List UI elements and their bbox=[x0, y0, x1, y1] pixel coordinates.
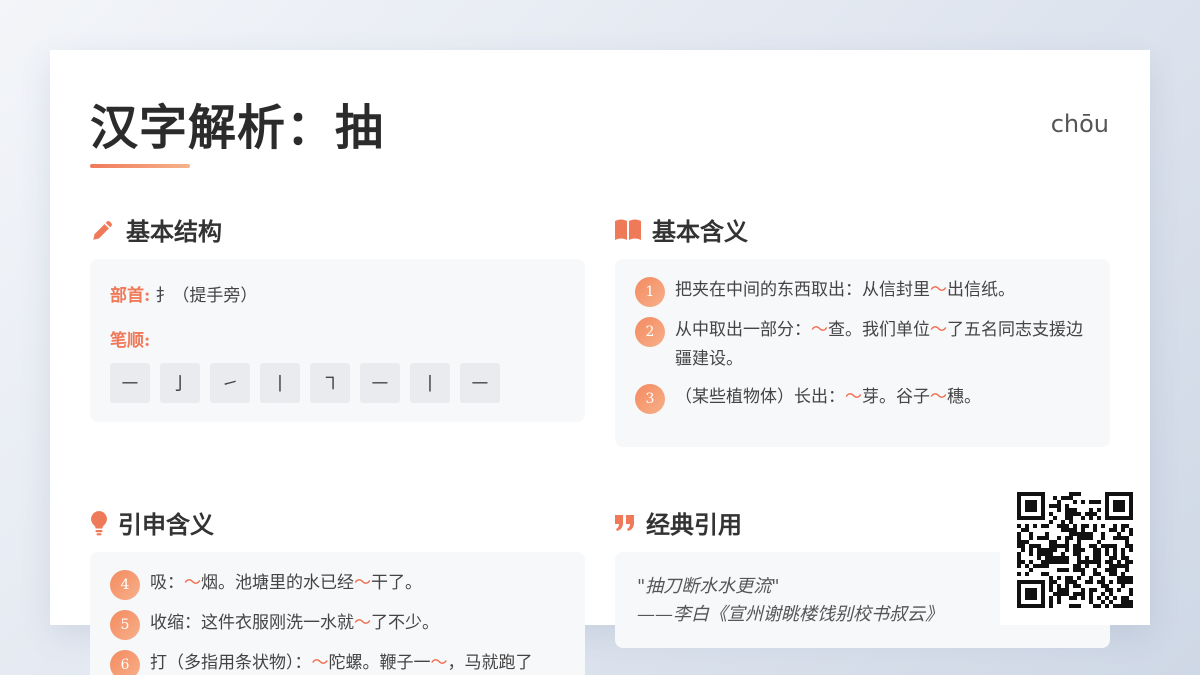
strokes-row: 笔顺: bbox=[110, 326, 565, 351]
item-text: 收缩：这件衣服刚洗一水就～了不少。 bbox=[150, 613, 439, 633]
section-basic-structure-heading: 基本结构 bbox=[90, 212, 222, 247]
item-text: （某些植物体）长出：～芽。谷子～穗。 bbox=[675, 387, 981, 407]
stroke-box: 亅 bbox=[160, 363, 200, 403]
tilde-mark: ～ bbox=[430, 653, 448, 673]
radical-row: 部首: 扌（提手旁） bbox=[110, 281, 565, 306]
tilde-mark: ～ bbox=[354, 573, 371, 593]
strokes-label: 笔顺: bbox=[110, 331, 151, 351]
section-classic-quote-heading: 经典引用 bbox=[614, 505, 742, 540]
number-badge: 1 bbox=[635, 277, 665, 307]
section-title: 经典引用 bbox=[646, 510, 742, 539]
number-badge: 2 bbox=[635, 317, 665, 347]
page-title: 汉字解析：抽 bbox=[90, 100, 385, 156]
basic-structure-panel: 部首: 扌（提手旁） 笔顺: ㇐ 亅 ㇀ 丨 ㇕ ㇐ 丨 ㇐ bbox=[90, 259, 585, 422]
section-extended-meaning-heading: 引申含义 bbox=[90, 505, 214, 540]
section-title: 基本结构 bbox=[126, 217, 222, 246]
stroke-box: ㇐ bbox=[110, 363, 150, 403]
section-title: 基本含义 bbox=[652, 217, 748, 246]
number-badge: 5 bbox=[110, 610, 140, 640]
list-item: 4 吸：～烟。池塘里的水已经～干了。 bbox=[110, 570, 565, 600]
lightbulb-icon bbox=[90, 510, 108, 536]
stroke-box: 丨 bbox=[410, 363, 450, 403]
list-item: 6 打（多指用条状物）：～陀螺。鞭子一～，马就跑了 bbox=[110, 650, 565, 675]
list-item: 1 把夹在中间的东西取出：从信封里～出信纸。 bbox=[635, 277, 1090, 307]
tilde-mark: ～ bbox=[811, 320, 828, 340]
list-item: 5 收缩：这件衣服刚洗一水就～了不少。 bbox=[110, 610, 565, 640]
radical-label: 部首: bbox=[110, 286, 151, 306]
number-badge: 4 bbox=[110, 570, 140, 600]
stroke-order: ㇐ 亅 ㇀ 丨 ㇕ ㇐ 丨 ㇐ bbox=[110, 363, 565, 403]
stroke-box: 丨 bbox=[260, 363, 300, 403]
tilde-mark: ～ bbox=[930, 320, 947, 340]
open-book-icon bbox=[614, 218, 642, 242]
item-text: 打（多指用条状物）：～陀螺。鞭子一～，马就跑了 bbox=[150, 653, 533, 673]
quote-icon bbox=[614, 514, 636, 532]
extended-meaning-panel: 4 吸：～烟。池塘里的水已经～干了。 5 收缩：这件衣服刚洗一水就～了不少。 6… bbox=[90, 552, 585, 675]
basic-meaning-panel: 1 把夹在中间的东西取出：从信封里～出信纸。 2 从中取出一部分：～查。我们单位… bbox=[615, 259, 1110, 447]
list-item: 3 （某些植物体）长出：～芽。谷子～穗。 bbox=[635, 384, 1090, 414]
tilde-mark: ～ bbox=[184, 573, 201, 593]
number-badge: 6 bbox=[110, 650, 140, 675]
pencil-icon bbox=[90, 217, 116, 243]
number-badge: 3 bbox=[635, 384, 665, 414]
tilde-mark: ～ bbox=[930, 280, 947, 300]
stroke-box: ㇀ bbox=[210, 363, 250, 403]
tilde-mark: ～ bbox=[845, 387, 862, 407]
stroke-box: ㇐ bbox=[460, 363, 500, 403]
pinyin-label: chōu bbox=[1050, 110, 1109, 138]
section-title: 引申含义 bbox=[118, 510, 214, 539]
tilde-mark: ～ bbox=[930, 387, 947, 407]
item-text: 吸：～烟。池塘里的水已经～干了。 bbox=[150, 573, 422, 593]
title-underline bbox=[90, 164, 190, 168]
list-item: 2 从中取出一部分：～查。我们单位～了五名同志支援边疆建设。 bbox=[635, 317, 1090, 374]
tilde-mark: ～ bbox=[311, 653, 329, 673]
item-text: 把夹在中间的东西取出：从信封里～出信纸。 bbox=[675, 280, 1015, 300]
stroke-box: ㇕ bbox=[310, 363, 350, 403]
section-basic-meaning-heading: 基本含义 bbox=[614, 212, 748, 247]
tilde-mark: ～ bbox=[354, 613, 371, 633]
qr-code bbox=[1000, 475, 1150, 625]
stroke-box: ㇐ bbox=[360, 363, 400, 403]
item-text: 从中取出一部分：～查。我们单位～了五名同志支援边疆建设。 bbox=[675, 320, 1083, 369]
radical-value: 扌（提手旁） bbox=[155, 286, 258, 306]
